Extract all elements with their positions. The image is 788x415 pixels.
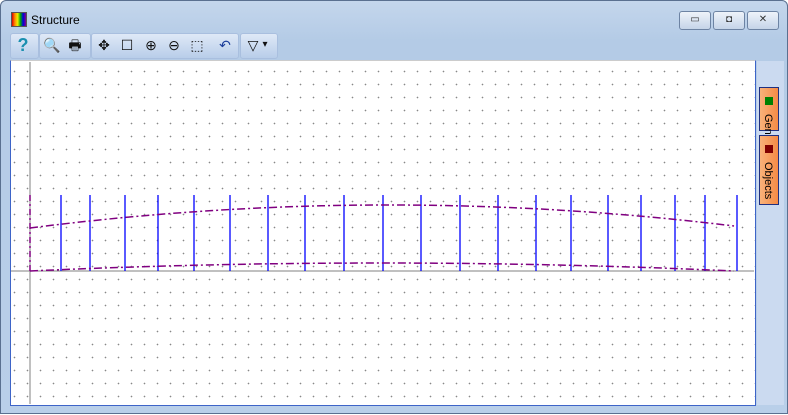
top-chord — [29, 204, 735, 229]
structure-window: Structure ▭ ◘ ✕ ? 🔍 🖶 ✥ ☐ ⊕ ⊖ ⬚ ↶ ▽ ▾ Ge… — [0, 0, 788, 414]
general-square-icon — [765, 97, 773, 105]
structure-drawing — [11, 62, 754, 404]
tab-general[interactable]: General — [759, 87, 779, 153]
tab-objects[interactable]: Objects — [759, 135, 779, 205]
bottom-chord — [29, 262, 735, 272]
tab-objects-label: Objects — [762, 162, 774, 200]
objects-square-icon — [765, 145, 773, 153]
